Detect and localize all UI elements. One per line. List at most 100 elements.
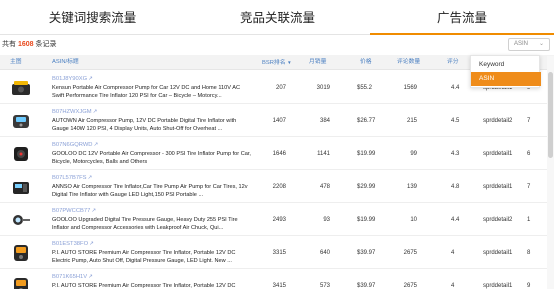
monthly-sales-value: 478 <box>319 184 330 190</box>
last-column-value: 6 <box>527 151 531 157</box>
last-column-value: 8 <box>527 250 531 256</box>
tab-competitor-traffic[interactable]: 竞品关联流量 <box>185 0 370 35</box>
bsr-rank-value: 207 <box>275 85 286 91</box>
price-value: $26.77 <box>357 118 376 124</box>
product-thumbnail[interactable] <box>10 276 32 289</box>
filter-dropdown-menu: Keyword ASIN <box>470 55 541 88</box>
column-header-asin-title: ASIN/标题 <box>52 59 79 65</box>
active-tab-indicator <box>370 33 554 35</box>
product-thumbnail[interactable] <box>10 111 32 131</box>
product-thumbnail[interactable] <box>10 243 32 263</box>
product-title: ANNSO Air Compressor Tire Inflator,Car T… <box>52 184 248 198</box>
product-thumbnail[interactable] <box>10 210 32 230</box>
monthly-sales-value: 3019 <box>316 85 330 91</box>
review-count-value: 2675 <box>403 250 417 256</box>
table-row[interactable]: B07N6GQRWD↗ GOOLOO DC 12V Portable Air Co… <box>0 137 554 170</box>
chevron-down-icon: ⌄ <box>538 41 544 47</box>
asin-link[interactable]: B07L57B7FS↗ <box>52 175 92 181</box>
monthly-sales-value: 640 <box>319 250 330 256</box>
asin-link-text[interactable]: B07HZWXJGM <box>52 109 92 115</box>
product-title: AUTOWN Air Compressor Pump, 12V DC Porta… <box>52 118 237 132</box>
bsr-rank-value: 2208 <box>272 184 286 190</box>
asin-link[interactable]: B07HZWXJGM↗ <box>52 109 97 115</box>
asin-link[interactable]: B07N6GQRWD↗ <box>52 142 98 148</box>
record-count-prefix: 共有 <box>2 41 16 48</box>
score-value: 4.5 <box>451 118 460 124</box>
asin-link[interactable]: B07PWCCB77↗ <box>52 208 96 214</box>
review-count-value: 2675 <box>403 283 417 289</box>
review-count-value: 139 <box>406 184 417 190</box>
table-row[interactable]: B07PWCCB77↗ GOOLOO Upgraded Digital Tire … <box>0 203 554 236</box>
sort-down-icon[interactable]: ▼ <box>287 60 291 65</box>
table-row[interactable]: B01EST38FO↗ P.I. AUTO STORE Premium Air C… <box>0 236 554 269</box>
review-count-value: 99 <box>410 151 417 157</box>
ad-keyword-value: sprddetail1 <box>483 151 513 157</box>
bsr-rank-value: 1407 <box>272 118 286 124</box>
external-link-icon[interactable]: ↗ <box>88 76 93 82</box>
asin-link[interactable]: B01EST38FO↗ <box>52 241 94 247</box>
column-header-price: 价格 <box>360 59 372 65</box>
column-header-bsr-rank-label: BSR排名 <box>262 60 286 66</box>
filter-select[interactable]: ASIN ⌄ <box>508 38 550 51</box>
price-value: $39.97 <box>357 250 376 256</box>
record-count-value: 1608 <box>17 41 34 48</box>
score-value: 4.4 <box>451 85 460 91</box>
price-value: $19.99 <box>357 151 376 157</box>
table-row[interactable]: B071K65H1V↗ P.I. AUTO STORE Premium Air C… <box>0 269 554 289</box>
external-link-icon[interactable]: ↗ <box>88 274 93 280</box>
monthly-sales-value: 573 <box>319 283 330 289</box>
asin-link-text[interactable]: B01J8Y90XG <box>52 76 87 82</box>
table-row[interactable]: B07L57B7FS↗ ANNSO Air Compressor Tire Inf… <box>0 170 554 203</box>
filter-option-keyword[interactable]: Keyword <box>471 58 541 72</box>
tab-bar: 关键词搜索流量 竞品关联流量 广告流量 <box>0 0 554 35</box>
review-count-value: 1569 <box>403 85 417 91</box>
asin-link-text[interactable]: B07L57B7FS <box>52 175 86 181</box>
last-column-value: 1 <box>527 217 531 223</box>
score-value: 4.4 <box>451 217 460 223</box>
product-title: P.I. AUTO STORE Premium Air Compressor T… <box>52 250 236 264</box>
product-thumbnail[interactable] <box>10 144 32 164</box>
table-row[interactable]: B07HZWXJGM↗ AUTOWN Air Compressor Pump, 1… <box>0 104 554 137</box>
product-title: Kensun Portable Air Compressor Pump for … <box>52 85 240 99</box>
price-value: $19.99 <box>357 217 376 223</box>
bsr-rank-value: 2493 <box>272 217 286 223</box>
asin-link-text[interactable]: B07PWCCB77 <box>52 208 90 214</box>
tab-ad-traffic[interactable]: 广告流量 <box>370 0 554 35</box>
price-value: $29.99 <box>357 184 376 190</box>
external-link-icon[interactable]: ↗ <box>93 142 98 148</box>
asin-link-text[interactable]: B071K65H1V <box>52 274 87 280</box>
tab-keyword-search-traffic[interactable]: 关键词搜索流量 <box>0 0 185 35</box>
column-header-monthly-sales: 月销量 <box>309 59 327 65</box>
scrollbar-thumb[interactable] <box>548 72 553 158</box>
external-link-icon[interactable]: ↗ <box>91 208 96 214</box>
price-value: $39.97 <box>357 283 376 289</box>
record-count-suffix: 条记录 <box>35 41 57 48</box>
column-header-score: 评分 <box>447 59 459 65</box>
last-column-value: 7 <box>527 118 531 124</box>
bsr-rank-value: 3315 <box>272 250 286 256</box>
product-title: GOOLOO Upgraded Digital Tire Pressure Ga… <box>52 217 238 231</box>
asin-link[interactable]: B071K65H1V↗ <box>52 274 93 280</box>
column-header-bsr-rank[interactable]: BSR排名 ▼ <box>262 55 292 70</box>
asin-link[interactable]: B01J8Y90XG↗ <box>52 76 93 82</box>
product-title: P.I. AUTO STORE Premium Air Compressor T… <box>52 283 236 289</box>
ad-keyword-value: sprddetail2 <box>483 118 513 124</box>
ad-keyword-value: sprddetail1 <box>483 184 513 190</box>
external-link-icon[interactable]: ↗ <box>93 109 98 115</box>
score-value: 4.3 <box>451 151 460 157</box>
review-count-value: 215 <box>406 118 417 124</box>
product-title: GOOLOO DC 12V Portable Air Compressor - … <box>52 151 251 165</box>
ad-keyword-value: sprddetail1 <box>483 250 513 256</box>
column-header-reviews: 评论数量 <box>397 59 421 65</box>
review-count-value: 10 <box>410 217 417 223</box>
score-value: 4.8 <box>451 184 460 190</box>
product-thumbnail[interactable] <box>10 78 32 98</box>
external-link-icon[interactable]: ↗ <box>89 241 94 247</box>
product-thumbnail[interactable] <box>10 177 32 197</box>
monthly-sales-value: 384 <box>319 118 330 124</box>
bsr-rank-value: 1646 <box>272 151 286 157</box>
filter-option-asin[interactable]: ASIN <box>471 72 541 86</box>
external-link-icon[interactable]: ↗ <box>87 175 92 181</box>
asin-link-text[interactable]: B07N6GQRWD <box>52 142 92 148</box>
asin-link-text[interactable]: B01EST38FO <box>52 241 88 247</box>
